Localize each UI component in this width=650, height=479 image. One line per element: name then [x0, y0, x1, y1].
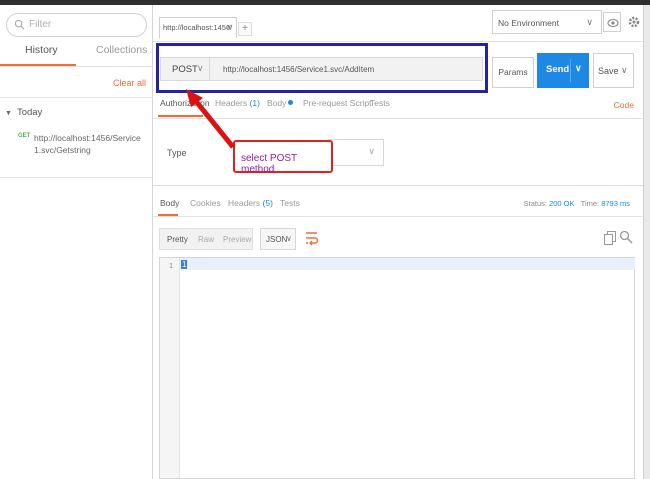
chevron-down-icon[interactable]: ∨ — [621, 65, 628, 76]
request-tab[interactable]: http://localhost:1456/ × — [159, 17, 237, 38]
status-label: Status: — [523, 199, 547, 208]
environment-label: No Environment — [498, 18, 559, 28]
response-headers-count: (5) — [262, 198, 273, 208]
caret-down-icon: ▼ — [5, 110, 12, 117]
divider — [153, 41, 650, 42]
response-tab-cookies[interactable]: Cookies — [190, 198, 221, 208]
body-indicator-dot — [288, 100, 294, 105]
line-gutter: 1 — [160, 258, 180, 478]
active-line-highlight — [180, 258, 635, 270]
active-tab-indicator — [158, 214, 178, 216]
params-button[interactable]: Params — [492, 57, 534, 88]
annotation-highlight-box — [156, 43, 488, 93]
tab-body-label: Body — [267, 98, 287, 108]
active-tab-indicator — [158, 115, 203, 117]
history-url: http://localhost:1456/Service1.svc/Getst… — [34, 133, 141, 155]
response-tab-headers[interactable]: Headers (5) — [228, 198, 273, 208]
gear-icon — [628, 16, 640, 28]
environment-select[interactable]: No Environment ∨ — [492, 10, 602, 34]
search-icon[interactable] — [619, 230, 633, 244]
divider — [0, 97, 153, 98]
request-tab-bar: http://localhost:1456/ × + No Environmen… — [153, 5, 650, 41]
new-tab-button[interactable]: + — [238, 22, 252, 36]
format-select[interactable]: JSON ∨ — [260, 228, 296, 250]
status-value: 200 OK — [549, 199, 575, 208]
response-tab-headers-label: Headers — [228, 198, 261, 208]
response-tab-tests[interactable]: Tests — [280, 198, 300, 208]
tab-tests[interactable]: Tests — [370, 98, 390, 108]
history-group-today[interactable]: ▼ Today — [5, 107, 42, 118]
annotation-callout-text: select POST method — [241, 153, 297, 175]
divider — [153, 185, 650, 186]
send-label: Send — [546, 64, 570, 75]
sidebar: Filter History Collections Clear all ▼ To… — [0, 5, 153, 479]
divider — [0, 66, 153, 67]
chevron-down-icon: ∨ — [586, 17, 593, 27]
request-tab-label: http://localhost:1456/ — [163, 23, 233, 32]
auth-type-label: Type — [167, 148, 187, 158]
tab-history[interactable]: History — [25, 44, 58, 56]
history-group-label: Today — [16, 107, 43, 118]
divider — [0, 177, 153, 178]
eye-icon — [607, 18, 619, 28]
filter-input[interactable]: Filter — [6, 13, 147, 37]
view-mode-preview[interactable]: Preview — [223, 235, 251, 244]
tab-authorization[interactable]: Authorization — [160, 98, 210, 108]
time-value: 8793 ms — [601, 199, 630, 208]
view-mode-group: Pretty Raw Preview — [159, 228, 253, 250]
divider — [570, 59, 571, 82]
response-body-text: 1 — [181, 260, 188, 269]
response-tab-body[interactable]: Body — [160, 198, 179, 208]
time-label: Time: — [580, 199, 600, 208]
wrap-lines-icon — [306, 232, 319, 246]
settings-button[interactable] — [625, 12, 643, 32]
main-panel: http://localhost:1456/ × + No Environmen… — [153, 5, 650, 479]
tab-collections[interactable]: Collections — [96, 44, 147, 56]
chevron-down-icon[interactable]: ∨ — [575, 63, 582, 74]
headers-count: (1) — [249, 98, 260, 108]
view-mode-pretty[interactable]: Pretty — [167, 235, 188, 244]
view-mode-raw[interactable]: Raw — [198, 235, 214, 244]
environment-quick-look-button[interactable] — [603, 12, 621, 32]
save-label: Save — [598, 66, 619, 76]
tab-headers-label: Headers — [215, 98, 248, 108]
close-icon[interactable]: × — [227, 22, 232, 32]
tab-headers[interactable]: Headers (1) — [215, 98, 260, 108]
search-icon — [14, 19, 25, 30]
response-body-editor[interactable]: 1 1 — [159, 257, 635, 479]
line-number: 1 — [169, 261, 174, 270]
format-label: JSON — [266, 235, 288, 244]
annotation-callout: select POST method — [233, 140, 333, 175]
sidebar-tabs: History Collections — [0, 42, 153, 67]
chevron-down-icon: ∨ — [286, 234, 292, 243]
code-link[interactable]: Code — [614, 100, 634, 110]
copy-icon[interactable] — [604, 231, 616, 245]
save-button[interactable]: Save ∨ — [593, 53, 634, 88]
chevron-down-icon: ∨ — [368, 146, 375, 156]
response-tabs: Body Cookies Headers (5) Tests Status: 2… — [153, 191, 650, 217]
response-status: Status: 200 OK Time: 8793 ms — [524, 199, 630, 208]
send-button[interactable]: Send ∨ — [537, 53, 589, 88]
tab-body[interactable]: Body — [267, 98, 294, 108]
filter-placeholder: Filter — [29, 19, 52, 30]
request-tabs: Authorization Headers (1) Body Pre-reque… — [153, 93, 650, 119]
clear-all-link[interactable]: Clear all — [113, 78, 146, 88]
tab-pre-request-script[interactable]: Pre-request Script — [303, 98, 372, 108]
wrap-lines-button[interactable] — [303, 228, 321, 248]
auth-type-select[interactable]: ∨ — [328, 139, 384, 166]
history-method-badge: GET — [18, 133, 31, 139]
window-scrollbar[interactable] — [643, 5, 650, 479]
